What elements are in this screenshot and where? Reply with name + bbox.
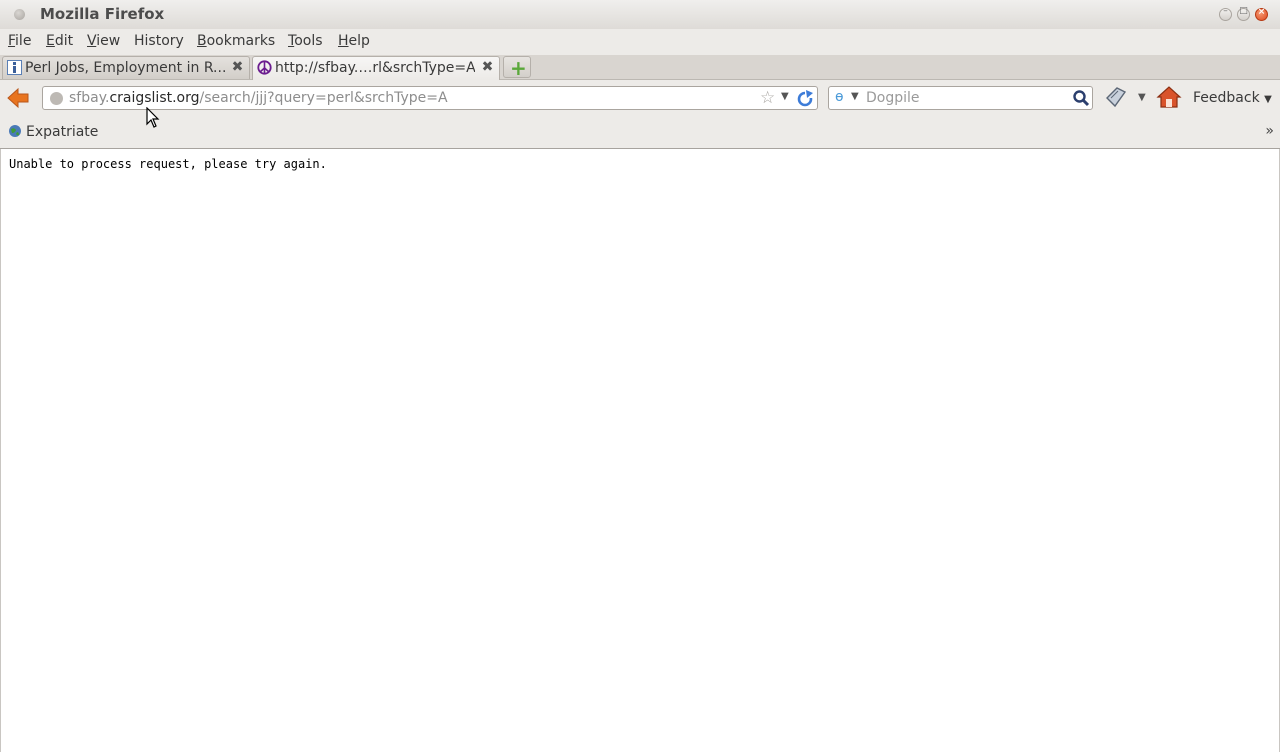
close-button[interactable]: × [1255,7,1268,21]
tab-label: http://sfbay.…rl&srchType=A [275,60,475,76]
window-menu-icon[interactable] [14,9,25,20]
menu-file[interactable]: File [8,33,31,49]
maximize-icon: □ [1239,6,1248,16]
bookmarks-toolbar: Expatriate » [0,116,1280,149]
addon-dropdown-icon[interactable]: ▼ [1138,92,1146,103]
window-titlebar[interactable]: Mozilla Firefox – □ × [0,0,1280,30]
menu-bar: File Edit View History Bookmarks Tools H… [0,29,1280,55]
tab-craigslist[interactable]: http://sfbay.…rl&srchType=A ✖ [252,56,500,80]
maximize-button[interactable]: □ [1237,6,1250,21]
close-icon: × [1257,7,1266,17]
reload-icon[interactable] [795,88,815,108]
info-icon [7,60,22,75]
navigation-toolbar: sfbay.craigslist.org/search/jjj?query=pe… [0,80,1280,116]
plus-icon: + [510,56,527,80]
menu-tools[interactable]: Tools [288,33,323,49]
mouse-cursor-icon [146,107,160,128]
peace-icon [257,60,272,75]
tab-close-icon[interactable]: ✖ [480,60,495,75]
minimize-button[interactable]: – [1219,6,1232,21]
tab-label: Perl Jobs, Employment in R... [25,60,225,76]
search-icon[interactable] [1072,89,1090,107]
feedback-button[interactable]: Feedback ▼ [1193,90,1272,106]
url-input[interactable]: sfbay.craigslist.org/search/jjj?query=pe… [69,90,448,106]
search-engine-icon[interactable]: ɵ [835,89,844,105]
chevron-down-icon: ▼ [1264,94,1272,105]
window-title: Mozilla Firefox [40,5,165,23]
minimize-icon: – [1223,6,1228,16]
site-identity-icon[interactable] [50,92,63,105]
bookmark-star-icon[interactable]: ☆ [760,88,775,108]
back-button[interactable] [5,86,31,110]
bookmarks-overflow-icon[interactable]: » [1265,123,1274,139]
tab-close-icon[interactable]: ✖ [230,60,245,75]
bookmark-expatriate[interactable]: Expatriate [8,124,98,140]
search-bar[interactable]: ɵ ▼ Dogpile [828,86,1093,110]
search-engine-dropdown-icon[interactable]: ▼ [851,91,859,102]
menu-help[interactable]: Help [338,33,370,49]
tab-bar: Perl Jobs, Employment in R... ✖ http://s… [0,55,1280,80]
page-content: Unable to process request, please try ag… [0,149,1280,752]
menu-edit[interactable]: Edit [46,33,73,49]
url-history-dropdown-icon[interactable]: ▼ [781,91,789,102]
addon-toolbar-icon[interactable] [1103,84,1129,110]
globe-icon [9,125,21,137]
menu-view[interactable]: View [87,33,120,49]
new-tab-button[interactable]: + [503,56,531,78]
tab-perl-jobs[interactable]: Perl Jobs, Employment in R... ✖ [2,56,250,79]
menu-bookmarks[interactable]: Bookmarks [197,33,275,49]
home-icon[interactable] [1156,84,1182,110]
menu-history[interactable]: History [134,33,184,49]
error-message: Unable to process request, please try ag… [9,157,327,171]
search-input[interactable]: Dogpile [866,90,920,106]
